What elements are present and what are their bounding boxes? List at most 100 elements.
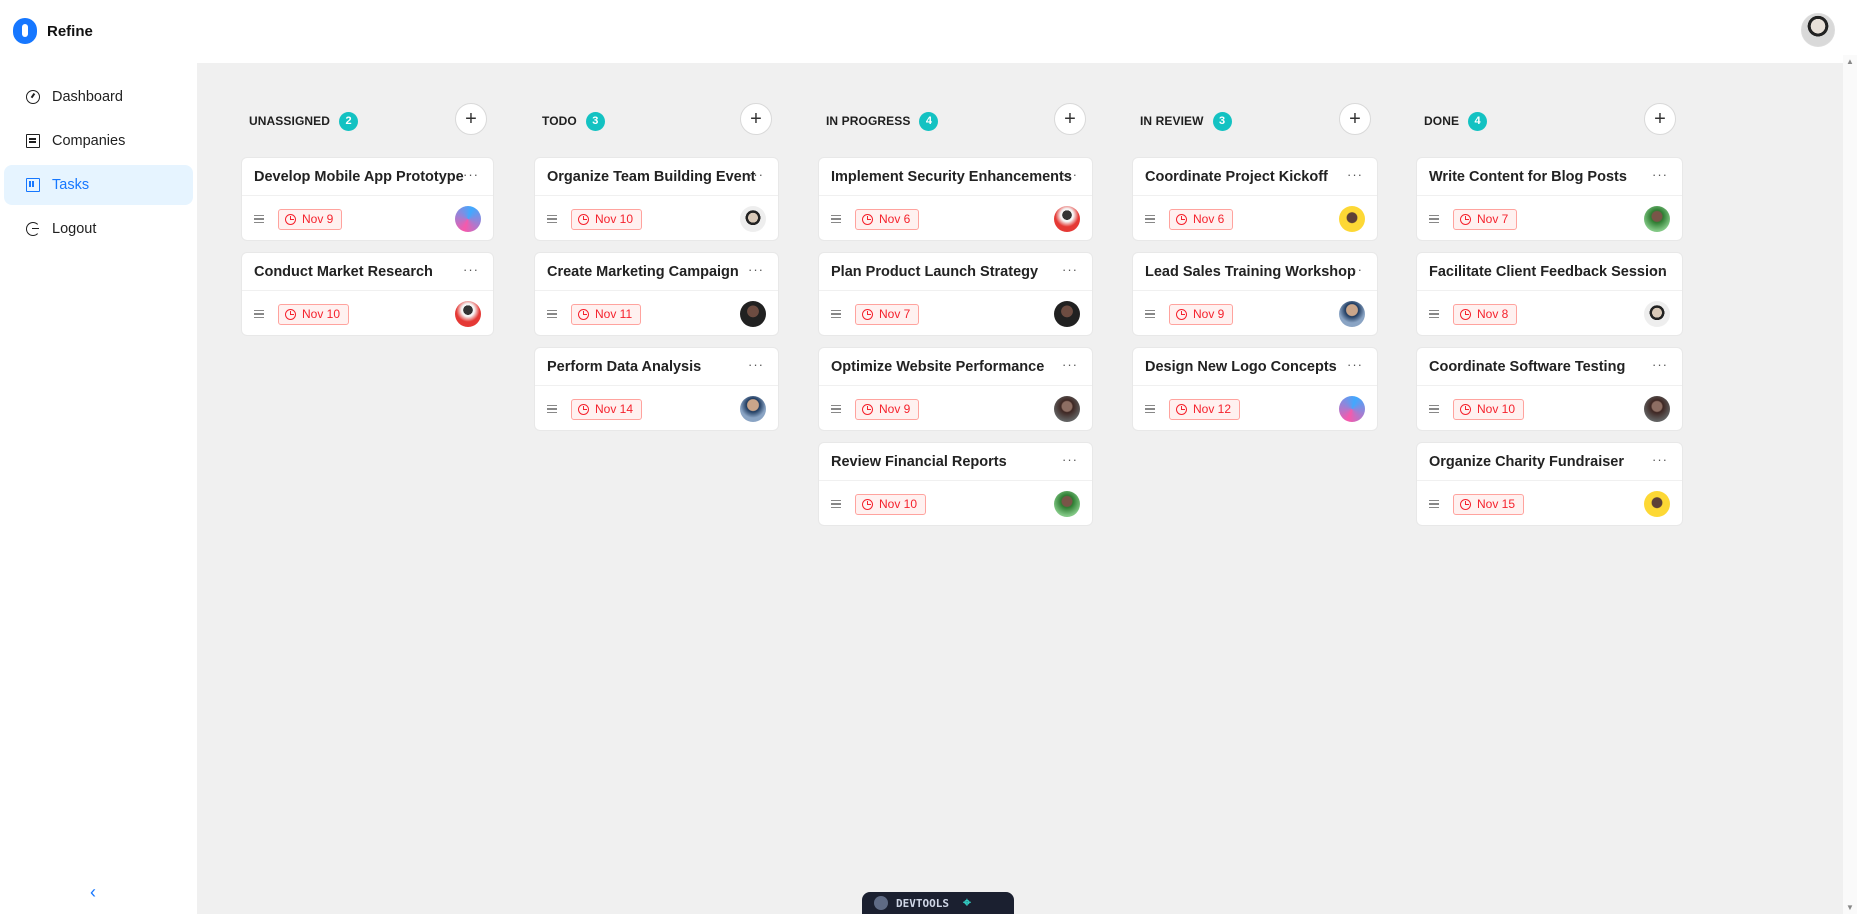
due-date-badge: Nov 10 — [1453, 398, 1525, 420]
more-options-icon[interactable]: ··· — [1062, 262, 1078, 277]
task-card-header: Develop Mobile App Prototype ··· — [242, 158, 493, 196]
vertical-scrollbar[interactable]: ▲ ▼ — [1843, 55, 1857, 914]
task-title: Facilitate Client Feedback Session — [1429, 263, 1667, 280]
more-options-icon[interactable]: ··· — [463, 167, 479, 182]
task-card-footer: Nov 7 — [819, 291, 1092, 335]
more-options-icon[interactable]: ··· — [1652, 452, 1668, 467]
more-options-icon[interactable]: ··· — [1347, 262, 1363, 277]
description-icon — [547, 215, 557, 223]
task-card[interactable]: Perform Data Analysis ··· Nov 14 — [534, 347, 779, 431]
task-card[interactable]: Review Financial Reports ··· Nov 10 — [818, 442, 1093, 526]
assignee-avatar[interactable] — [1339, 301, 1365, 327]
more-options-icon[interactable]: ··· — [1652, 357, 1668, 372]
task-card[interactable]: Lead Sales Training Workshop ··· Nov 9 — [1132, 252, 1378, 336]
assignee-avatar[interactable] — [455, 206, 481, 232]
task-card[interactable]: Conduct Market Research ··· Nov 10 — [241, 252, 494, 336]
description-icon — [547, 310, 557, 318]
task-card-header: Optimize Website Performance ··· — [819, 348, 1092, 386]
more-options-icon[interactable]: ··· — [748, 357, 764, 372]
sidebar-item-logout[interactable]: Logout — [4, 209, 193, 249]
sidebar-item-tasks[interactable]: Tasks — [4, 165, 193, 205]
task-card-header: Coordinate Project Kickoff ··· — [1133, 158, 1377, 196]
companies-icon — [26, 134, 40, 148]
task-title: Conduct Market Research — [254, 263, 433, 280]
task-card[interactable]: Design New Logo Concepts ··· Nov 12 — [1132, 347, 1378, 431]
task-card[interactable]: Plan Product Launch Strategy ··· Nov 7 — [818, 252, 1093, 336]
user-avatar[interactable] — [1801, 13, 1835, 47]
more-options-icon[interactable]: ··· — [1347, 357, 1363, 372]
column-count-badge: 4 — [1468, 111, 1488, 131]
assignee-avatar[interactable] — [455, 301, 481, 327]
due-date-badge: Nov 12 — [1169, 398, 1241, 420]
more-options-icon[interactable]: ··· — [748, 262, 764, 277]
assignee-avatar[interactable] — [1054, 301, 1080, 327]
column-header-3: IN REVIEW 3 — [1140, 103, 1232, 139]
devtools-button[interactable]: DEVTOOLS ⌖ — [862, 892, 1014, 914]
due-date: Nov 10 — [879, 497, 918, 511]
task-card-footer: Nov 9 — [1133, 291, 1377, 335]
task-card-header: Organize Charity Fundraiser ··· — [1417, 443, 1682, 481]
task-card[interactable]: Facilitate Client Feedback Session ··· Nov… — [1416, 252, 1683, 336]
more-options-icon[interactable]: ··· — [1652, 167, 1668, 182]
clock-icon — [862, 403, 873, 415]
top-header: Refine — [0, 0, 1857, 63]
due-date-badge: Nov 10 — [855, 493, 927, 515]
assignee-avatar[interactable] — [1644, 491, 1670, 517]
more-options-icon[interactable]: ··· — [1652, 262, 1668, 277]
more-options-icon[interactable]: ··· — [748, 167, 764, 182]
add-task-button[interactable]: + — [1339, 103, 1371, 135]
assignee-avatar[interactable] — [1339, 396, 1365, 422]
assignee-avatar[interactable] — [1644, 206, 1670, 232]
more-options-icon[interactable]: ··· — [463, 262, 479, 277]
assignee-avatar[interactable] — [1054, 396, 1080, 422]
due-date: Nov 10 — [1477, 402, 1516, 416]
sidebar-item-dashboard[interactable]: Dashboard — [4, 77, 193, 117]
task-card-header: Organize Team Building Event ··· — [535, 158, 778, 196]
assignee-avatar[interactable] — [740, 301, 766, 327]
more-options-icon[interactable]: ··· — [1062, 167, 1078, 182]
task-card[interactable]: Create Marketing Campaign ··· Nov 11 — [534, 252, 779, 336]
task-card[interactable]: Coordinate Software Testing ··· Nov 10 — [1416, 347, 1683, 431]
sidebar-item-label: Logout — [52, 221, 97, 237]
description-icon — [831, 405, 841, 413]
assignee-avatar[interactable] — [1644, 301, 1670, 327]
task-card[interactable]: Optimize Website Performance ··· Nov 9 — [818, 347, 1093, 431]
clock-icon — [578, 213, 589, 225]
sidebar-item-companies[interactable]: Companies — [4, 121, 193, 161]
task-card-footer: Nov 12 — [1133, 386, 1377, 430]
clock-icon — [1176, 403, 1187, 415]
collapse-sidebar-button[interactable]: ‹ — [90, 882, 96, 903]
scroll-up-icon[interactable]: ▲ — [1846, 57, 1854, 66]
more-options-icon[interactable]: ··· — [1062, 357, 1078, 372]
task-title: Perform Data Analysis — [547, 358, 702, 375]
task-card-footer: Nov 10 — [819, 481, 1092, 525]
task-card[interactable]: Organize Team Building Event ··· Nov 10 — [534, 157, 779, 241]
task-card[interactable]: Implement Security Enhancements ··· Nov 6 — [818, 157, 1093, 241]
due-date-badge: Nov 10 — [571, 208, 643, 230]
sidebar-item-label: Dashboard — [52, 89, 123, 105]
add-task-button[interactable]: + — [1644, 103, 1676, 135]
scroll-down-icon[interactable]: ▼ — [1846, 903, 1854, 912]
add-task-button[interactable]: + — [455, 103, 487, 135]
assignee-avatar[interactable] — [740, 206, 766, 232]
task-card[interactable]: Write Content for Blog Posts ··· Nov 7 — [1416, 157, 1683, 241]
assignee-avatar[interactable] — [1054, 206, 1080, 232]
task-card[interactable]: Organize Charity Fundraiser ··· Nov 15 — [1416, 442, 1683, 526]
assignee-avatar[interactable] — [1339, 206, 1365, 232]
task-card[interactable]: Develop Mobile App Prototype ··· Nov 9 — [241, 157, 494, 241]
task-card[interactable]: Coordinate Project Kickoff ··· Nov 6 — [1132, 157, 1378, 241]
more-options-icon[interactable]: ··· — [1347, 167, 1363, 182]
add-task-button[interactable]: + — [740, 103, 772, 135]
assignee-avatar[interactable] — [740, 396, 766, 422]
add-task-button[interactable]: + — [1054, 103, 1086, 135]
more-options-icon[interactable]: ··· — [1062, 452, 1078, 467]
assignee-avatar[interactable] — [1054, 491, 1080, 517]
description-icon — [831, 500, 841, 508]
task-card-header: Conduct Market Research ··· — [242, 253, 493, 291]
due-date: Nov 8 — [1477, 307, 1509, 321]
description-icon — [1145, 405, 1155, 413]
column-count-badge: 3 — [1212, 111, 1232, 131]
app-logo[interactable]: Refine — [13, 18, 93, 44]
task-title: Plan Product Launch Strategy — [831, 263, 1039, 280]
assignee-avatar[interactable] — [1644, 396, 1670, 422]
